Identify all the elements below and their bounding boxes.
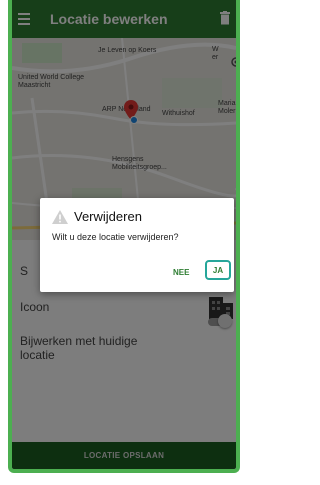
yes-button-label: JA — [212, 265, 224, 275]
dialog-title: Verwijderen — [74, 209, 142, 224]
yes-button[interactable]: JA — [205, 260, 231, 280]
dialog-message: Wilt u deze locatie verwijderen? — [52, 232, 179, 242]
no-button[interactable]: NEE — [173, 268, 189, 277]
app-frame: Locatie bewerken Je Leven op Koers Unite… — [8, 0, 240, 473]
warning-icon — [52, 210, 68, 224]
delete-dialog: Verwijderen Wilt u deze locatie verwijde… — [40, 198, 234, 292]
